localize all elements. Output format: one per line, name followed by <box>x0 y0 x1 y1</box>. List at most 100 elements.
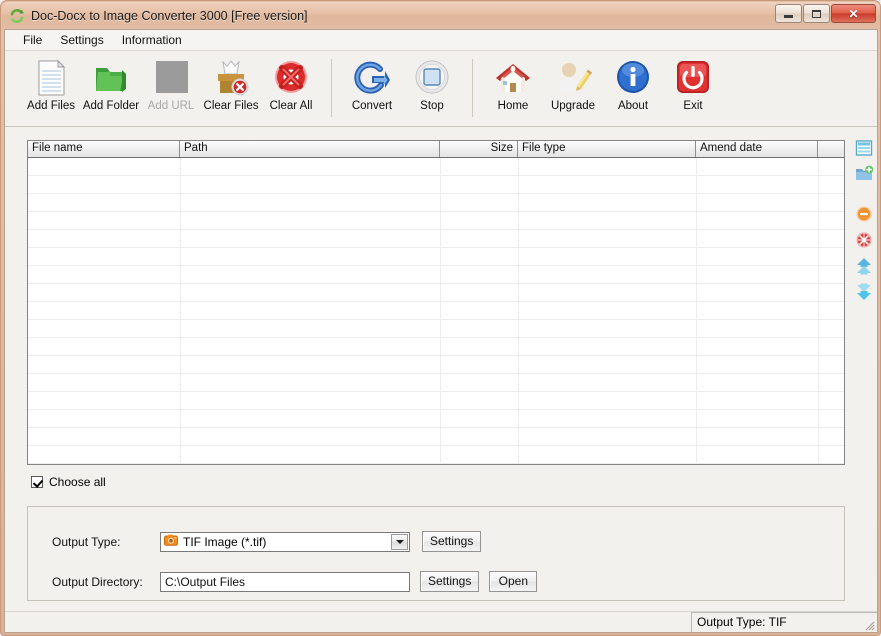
table-row[interactable] <box>28 176 844 194</box>
toolbar-button-exit[interactable]: Exit <box>663 55 723 112</box>
column-header-amend-date[interactable]: Amend date <box>696 141 818 157</box>
output-type-dropdown[interactable]: TIF Image (*.tif) <box>160 531 410 552</box>
close-button[interactable]: ✕ <box>831 4 876 23</box>
file-list-header: File name Path Size File type Amend date <box>28 141 844 158</box>
toolbar-button-stop[interactable]: Stop <box>402 55 462 112</box>
output-type-label: Output Type: <box>52 534 121 549</box>
column-header-file-name[interactable]: File name <box>28 141 180 157</box>
grid-column-line <box>440 158 441 464</box>
toolbar-label: Add URL <box>147 100 195 112</box>
toolbar-label: Upgrade <box>550 100 596 112</box>
table-row[interactable] <box>28 320 844 338</box>
output-type-value: TIF Image (*.tif) <box>183 534 267 549</box>
table-row[interactable] <box>28 194 844 212</box>
toolbar-button-clear-all[interactable]: Clear All <box>261 55 321 112</box>
table-row[interactable] <box>28 230 844 248</box>
output-directory-settings-button[interactable]: Settings <box>420 571 480 592</box>
toolbar-label: Convert <box>351 100 393 112</box>
toolbar-label: Add Files <box>27 100 75 112</box>
table-row[interactable] <box>28 248 844 266</box>
toolbar-button-add-folder[interactable]: Add Folder <box>81 55 141 112</box>
menu-item-settings[interactable]: Settings <box>51 31 112 49</box>
blank-gray-icon <box>152 58 190 98</box>
table-row[interactable] <box>28 428 844 446</box>
table-row[interactable] <box>28 410 844 428</box>
blue-info-icon <box>614 58 652 98</box>
red-roof-house-icon <box>492 58 534 98</box>
table-row[interactable] <box>28 212 844 230</box>
minimize-icon <box>784 15 793 18</box>
toolbar-button-home[interactable]: Home <box>483 55 543 112</box>
toolbar: Add Files Add Folder Add URL Clear Files… <box>5 51 877 127</box>
table-row[interactable] <box>28 338 844 356</box>
red-power-icon <box>674 58 712 98</box>
toolbar-button-add-files[interactable]: Add Files <box>21 55 81 112</box>
window-controls: ✕ <box>775 4 876 23</box>
minimize-button[interactable] <box>775 4 802 23</box>
output-directory-input[interactable]: C:\Output Files <box>160 571 410 592</box>
maximize-icon <box>812 9 821 18</box>
toolbar-separator <box>331 59 332 117</box>
toolbar-button-about[interactable]: About <box>603 55 663 112</box>
toolbar-button-upgrade[interactable]: Upgrade <box>543 55 603 112</box>
table-row[interactable] <box>28 446 844 464</box>
maximize-button[interactable] <box>803 4 830 23</box>
green-folder-icon <box>92 58 130 98</box>
status-bar-left <box>5 612 691 632</box>
title-bar: Doc-Docx to Image Converter 3000 [Free v… <box>2 2 880 29</box>
toolbar-separator <box>472 59 473 117</box>
close-icon: ✕ <box>848 6 859 21</box>
grid-column-line <box>818 158 819 464</box>
person-pencil-icon <box>553 58 593 98</box>
orange-minus-icon[interactable] <box>854 204 874 224</box>
chevron-down-icon[interactable] <box>391 533 408 550</box>
grid-column-line <box>180 158 181 464</box>
red-circle-x-icon <box>272 58 310 98</box>
table-row[interactable] <box>28 356 844 374</box>
choose-all-checkbox[interactable]: Choose all <box>31 475 106 489</box>
checkbox-check-icon[interactable] <box>31 476 43 488</box>
output-directory-open-button[interactable]: Open <box>489 571 538 592</box>
window-title: Doc-Docx to Image Converter 3000 [Free v… <box>31 8 308 23</box>
red-cross-circle-icon[interactable] <box>854 230 874 250</box>
table-row[interactable] <box>28 266 844 284</box>
choose-all-label: Choose all <box>49 475 106 489</box>
output-directory-label: Output Directory: <box>52 574 143 589</box>
toolbar-label: Exit <box>683 100 703 112</box>
file-list[interactable]: File name Path Size File type Amend date <box>27 140 845 465</box>
output-type-settings-button[interactable]: Settings <box>422 531 482 552</box>
toolbar-label: Clear Files <box>203 100 259 112</box>
grid-column-line <box>696 158 697 464</box>
column-header-extra[interactable] <box>818 141 844 157</box>
toolbar-label: Home <box>497 100 529 112</box>
blue-arrow-up-icon[interactable] <box>854 256 874 276</box>
toolbar-button-convert[interactable]: Convert <box>342 55 402 112</box>
table-row[interactable] <box>28 284 844 302</box>
status-bar-output-type: Output Type: TIF <box>691 612 877 632</box>
status-output-type-text: Output Type: TIF <box>697 615 787 629</box>
box-with-red-x-icon <box>211 58 251 98</box>
file-list-body[interactable] <box>28 158 844 464</box>
client-area: File Settings Information Add Files Add … <box>4 29 878 633</box>
cyan-arrow-down-icon[interactable] <box>854 282 874 302</box>
output-settings-panel: Output Type: TIF Image (*.tif) Settings … <box>27 506 845 601</box>
table-row[interactable] <box>28 392 844 410</box>
blue-g-arrow-icon <box>352 58 392 98</box>
table-row[interactable] <box>28 158 844 176</box>
folder-add-icon[interactable] <box>854 164 874 184</box>
grid-column-line <box>518 158 519 464</box>
menu-bar: File Settings Information <box>5 30 877 51</box>
menu-item-file[interactable]: File <box>14 31 51 49</box>
toolbar-button-clear-files[interactable]: Clear Files <box>201 55 261 112</box>
application-window: Doc-Docx to Image Converter 3000 [Free v… <box>0 0 881 636</box>
list-details-icon[interactable] <box>854 138 874 158</box>
table-row[interactable] <box>28 374 844 392</box>
toolbar-label: About <box>617 100 649 112</box>
column-header-path[interactable]: Path <box>180 141 440 157</box>
column-header-size[interactable]: Size <box>440 141 518 157</box>
toolbar-label: Clear All <box>269 100 313 112</box>
table-row[interactable] <box>28 302 844 320</box>
resize-grip-icon[interactable] <box>863 619 875 631</box>
column-header-file-type[interactable]: File type <box>518 141 696 157</box>
menu-item-information[interactable]: Information <box>113 31 191 49</box>
